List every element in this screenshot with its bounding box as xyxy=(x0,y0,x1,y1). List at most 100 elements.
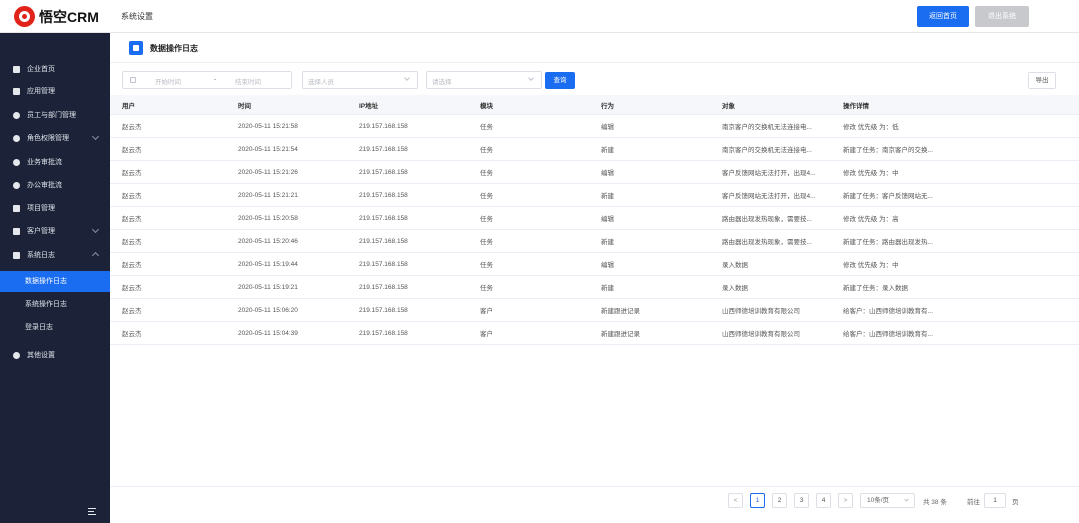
table-cell: 219.157.168.158 xyxy=(359,237,408,245)
table-cell: 新建跟进记录 xyxy=(601,308,640,315)
table-cell: 编辑 xyxy=(601,124,614,131)
table-cell: 任务 xyxy=(480,193,493,200)
gear-icon xyxy=(13,351,20,359)
table-cell: 给客户：山西师德培训教育有... xyxy=(843,331,933,338)
sidebar-item-staff[interactable]: 员工与部门管理 xyxy=(0,104,110,126)
column-header: 时间 xyxy=(238,102,251,110)
table-row[interactable]: 赵云杰 2020-05-11 15:19:44 219.157.168.158 任务 编… xyxy=(110,253,1079,276)
sidebar-item-other-settings[interactable]: 其他设置 xyxy=(0,344,110,366)
module-select[interactable]: 请选择 xyxy=(426,71,542,89)
table-row[interactable]: 赵云杰 2020-05-11 15:21:54 219.157.168.158 任务 新… xyxy=(110,138,1079,161)
table-cell: 2020-05-11 15:20:58 xyxy=(238,214,298,222)
export-button[interactable]: 导出 xyxy=(1028,72,1056,89)
table-cell: 219.157.168.158 xyxy=(359,122,408,130)
table-row[interactable]: 赵云杰 2020-05-11 15:06:20 219.157.168.158 客户 新… xyxy=(110,299,1079,322)
sidebar-item-label: 其他设置 xyxy=(27,352,55,359)
column-header: 用户 xyxy=(122,102,135,110)
column-header: 模块 xyxy=(480,102,493,110)
sidebar-item-apps[interactable]: 应用管理 xyxy=(0,80,110,102)
table-cell: 219.157.168.158 xyxy=(359,168,408,176)
table-row[interactable]: 赵云杰 2020-05-11 15:21:26 219.157.168.158 任务 编… xyxy=(110,161,1079,184)
role-icon xyxy=(13,134,20,142)
table-row[interactable]: 赵云杰 2020-05-11 15:19:21 219.157.168.158 任务 新… xyxy=(110,276,1079,299)
table-cell: 新建 xyxy=(601,285,614,292)
table-cell: 山西师德培训教育有限公司 xyxy=(722,308,800,315)
goto-page-input[interactable]: 1 xyxy=(984,493,1006,508)
table-cell: 修改 优先级 为：低 xyxy=(843,124,899,131)
sidebar-item-business-approval[interactable]: 业务审批流 xyxy=(0,151,110,173)
table-cell: 路由器出现发热现象，需要技... xyxy=(722,216,812,223)
users-icon xyxy=(13,111,20,119)
table-cell: 赵云杰 xyxy=(122,308,142,315)
page-size-select[interactable]: 10条/页 xyxy=(860,493,915,508)
table-cell: 219.157.168.158 xyxy=(359,191,408,199)
table-row[interactable]: 赵云杰 2020-05-11 15:21:21 219.157.168.158 任务 新… xyxy=(110,184,1079,207)
project-icon xyxy=(13,204,20,212)
table-cell: 路由器出现发热现象，需要技... xyxy=(722,239,812,246)
table-cell: 赵云杰 xyxy=(122,239,142,246)
table-cell: 赵云杰 xyxy=(122,193,142,200)
page-button-4[interactable]: 4 xyxy=(816,493,831,508)
collapse-menu-icon[interactable] xyxy=(88,508,98,516)
table-cell: 任务 xyxy=(480,239,493,246)
table-cell: 任务 xyxy=(480,285,493,292)
top-header: 悟空CRM 系统设置 返回首页 退出系统 xyxy=(0,0,1079,33)
sidebar-item-projects[interactable]: 项目管理 xyxy=(0,197,110,219)
table-cell: 新建了任务：录入数据 xyxy=(843,285,908,292)
table-cell: 2020-05-11 15:19:44 xyxy=(238,260,298,268)
logout-button[interactable]: 退出系统 xyxy=(975,6,1029,27)
back-home-button[interactable]: 返回首页 xyxy=(917,6,969,27)
table-cell: 2020-05-11 15:06:20 xyxy=(238,306,298,314)
table-row[interactable]: 赵云杰 2020-05-11 15:21:58 219.157.168.158 任务 编… xyxy=(110,115,1079,138)
table-cell: 赵云杰 xyxy=(122,216,142,223)
table-cell: 编辑 xyxy=(601,216,614,223)
table-cell: 新建 xyxy=(601,239,614,246)
page-size-value: 10条/页 xyxy=(867,497,890,504)
page-header: 数据操作日志 xyxy=(110,33,1079,63)
sidebar-item-label: 项目管理 xyxy=(27,205,55,212)
table-row[interactable]: 赵云杰 2020-05-11 15:20:58 219.157.168.158 任务 编… xyxy=(110,207,1079,230)
sidebar-item-label: 员工与部门管理 xyxy=(27,112,76,119)
next-page-button[interactable]: > xyxy=(838,493,853,508)
end-time-input[interactable]: 结束时间 xyxy=(235,76,261,86)
sidebar-item-customers[interactable]: 客户管理 xyxy=(0,220,110,242)
table-cell: 客户反馈网站无法打开，出现4... xyxy=(722,170,816,177)
table-cell: 修改 优先级 为：中 xyxy=(843,170,899,177)
table-cell: 任务 xyxy=(480,262,493,269)
sidebar-item-system-log[interactable]: 系统日志 xyxy=(0,244,110,266)
table-cell: 2020-05-11 15:21:21 xyxy=(238,191,298,199)
date-range-picker[interactable]: 开始时间 - 结束时间 xyxy=(122,71,292,89)
logo[interactable]: 悟空CRM xyxy=(14,6,99,27)
column-header: 对象 xyxy=(722,102,735,110)
sidebar-subitem-data-log[interactable]: 数据操作日志 xyxy=(0,271,110,292)
table-cell: 山西师德培训教育有限公司 xyxy=(722,331,800,338)
query-button[interactable]: 查询 xyxy=(545,72,575,89)
table-cell: 2020-05-11 15:21:54 xyxy=(238,145,298,153)
sidebar-item-home[interactable]: 企业首页 xyxy=(0,58,110,80)
office-approval-icon xyxy=(13,181,20,189)
table-cell: 新建了任务：南京客户的交换... xyxy=(843,147,933,154)
table-cell: 新建了任务：路由器出现发热... xyxy=(843,239,933,246)
customer-icon xyxy=(13,227,20,235)
table-row[interactable]: 赵云杰 2020-05-11 15:20:46 219.157.168.158 任务 新… xyxy=(110,230,1079,253)
table-row[interactable]: 赵云杰 2020-05-11 15:04:39 219.157.168.158 客户 新… xyxy=(110,322,1079,345)
user-select[interactable]: 选择人员 xyxy=(302,71,418,89)
table-cell: 任务 xyxy=(480,124,493,131)
sidebar-item-roles[interactable]: 角色权限管理 xyxy=(0,127,110,149)
table-cell: 客户 xyxy=(480,308,493,315)
sidebar-subitem-login-log[interactable]: 登录日志 xyxy=(0,317,110,338)
start-time-input[interactable]: 开始时间 xyxy=(155,76,181,86)
table-cell: 客户 xyxy=(480,331,493,338)
page-button-2[interactable]: 2 xyxy=(772,493,787,508)
goto-label: 前往 xyxy=(967,499,980,506)
chevron-down-icon xyxy=(404,75,410,81)
prev-page-button[interactable]: < xyxy=(728,493,743,508)
table-cell: 2020-05-11 15:04:39 xyxy=(238,329,298,337)
table-cell: 219.157.168.158 xyxy=(359,329,408,337)
table-cell: 新建跟进记录 xyxy=(601,331,640,338)
page-button-3[interactable]: 3 xyxy=(794,493,809,508)
sidebar-item-office-approval[interactable]: 办公审批流 xyxy=(0,174,110,196)
page-button-1[interactable]: 1 xyxy=(750,493,765,508)
table-cell: 给客户：山西师德培训教育有... xyxy=(843,308,933,315)
sidebar-subitem-system-log[interactable]: 系统操作日志 xyxy=(0,294,110,315)
